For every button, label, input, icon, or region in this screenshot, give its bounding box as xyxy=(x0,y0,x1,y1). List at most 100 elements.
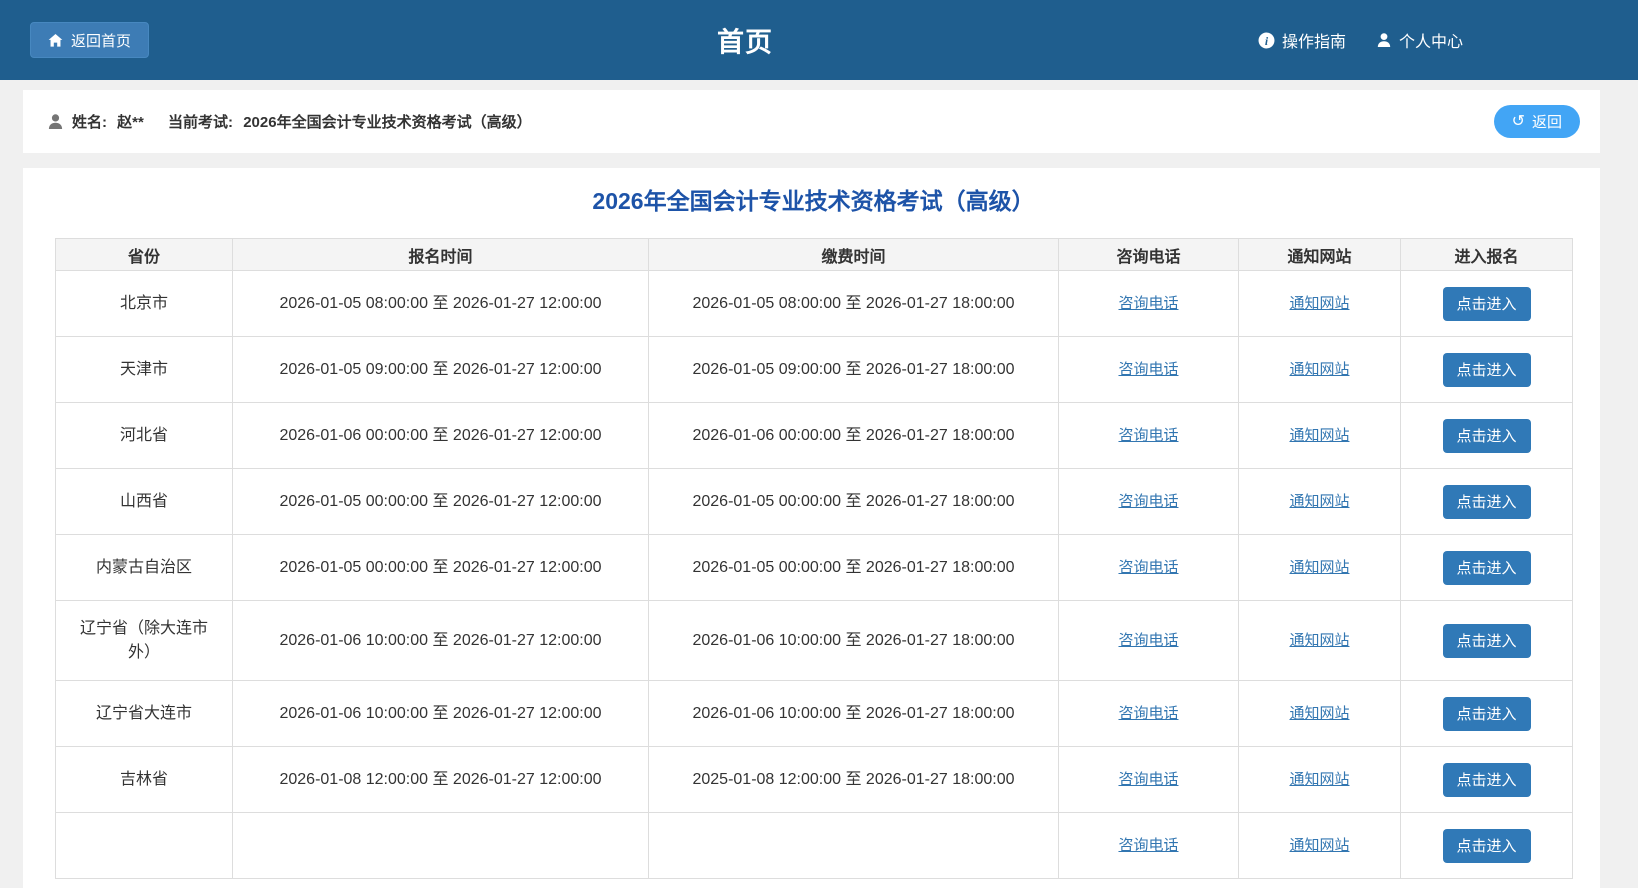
site-link[interactable]: 通知网站 xyxy=(1289,295,1349,312)
phone-cell: 咨询电话 xyxy=(1059,403,1239,469)
phone-link[interactable]: 咨询电话 xyxy=(1118,559,1178,576)
site-cell: 通知网站 xyxy=(1239,681,1401,747)
profile-link[interactable]: 个人中心 xyxy=(1376,28,1463,52)
top-navbar: 返回首页 首页 i 操作指南 个人中心 xyxy=(0,0,1638,80)
province-cell: 山西省 xyxy=(56,469,233,535)
home-button[interactable]: 返回首页 xyxy=(30,22,149,58)
site-cell: 通知网站 xyxy=(1239,813,1401,879)
site-link[interactable]: 通知网站 xyxy=(1289,632,1349,649)
phone-link[interactable]: 咨询电话 xyxy=(1118,771,1178,788)
site-cell: 通知网站 xyxy=(1239,747,1401,813)
province-table: 省份报名时间缴费时间咨询电话通知网站进入报名 北京市2026-01-05 08:… xyxy=(55,238,1573,879)
table-row: 天津市2026-01-05 09:00:00 至 2026-01-27 12:0… xyxy=(56,337,1573,403)
table-row: 山西省2026-01-05 00:00:00 至 2026-01-27 12:0… xyxy=(56,469,1573,535)
refresh-icon: ↺ xyxy=(1512,114,1525,130)
register-time-cell: 2026-01-06 10:00:00 至 2026-01-27 12:00:0… xyxy=(233,601,649,681)
info-circle-icon: i xyxy=(1258,32,1275,49)
pay-time-cell xyxy=(649,813,1059,879)
back-button-label: 返回 xyxy=(1532,111,1562,132)
phone-cell: 咨询电话 xyxy=(1059,813,1239,879)
current-exam-value: 2026年全国会计专业技术资格考试（高级） xyxy=(243,114,531,131)
user-icon xyxy=(47,113,64,130)
enter-cell: 点击进入 xyxy=(1401,469,1573,535)
exam-card: 2026年全国会计专业技术资格考试（高级） 省份报名时间缴费时间咨询电话通知网站… xyxy=(23,168,1600,888)
site-cell: 通知网站 xyxy=(1239,535,1401,601)
column-header: 省份 xyxy=(56,239,233,271)
enter-button[interactable]: 点击进入 xyxy=(1443,353,1531,387)
pay-time-cell: 2026-01-05 08:00:00 至 2026-01-27 18:00:0… xyxy=(649,271,1059,337)
table-row: 辽宁省（除大连市外）2026-01-06 10:00:00 至 2026-01-… xyxy=(56,601,1573,681)
enter-button[interactable]: 点击进入 xyxy=(1443,829,1531,863)
profile-link-label: 个人中心 xyxy=(1399,28,1463,52)
register-time-cell xyxy=(233,813,649,879)
province-cell: 辽宁省大连市 xyxy=(56,681,233,747)
site-link[interactable]: 通知网站 xyxy=(1289,771,1349,788)
province-cell: 内蒙古自治区 xyxy=(56,535,233,601)
table-row: 内蒙古自治区2026-01-05 00:00:00 至 2026-01-27 1… xyxy=(56,535,1573,601)
enter-button[interactable]: 点击进入 xyxy=(1443,419,1531,453)
phone-cell: 咨询电话 xyxy=(1059,469,1239,535)
column-header: 缴费时间 xyxy=(649,239,1059,271)
site-link[interactable]: 通知网站 xyxy=(1289,705,1349,722)
phone-link[interactable]: 咨询电话 xyxy=(1118,705,1178,722)
phone-cell: 咨询电话 xyxy=(1059,337,1239,403)
site-link[interactable]: 通知网站 xyxy=(1289,837,1349,854)
site-link[interactable]: 通知网站 xyxy=(1289,559,1349,576)
column-header: 报名时间 xyxy=(233,239,649,271)
enter-cell: 点击进入 xyxy=(1401,601,1573,681)
enter-cell: 点击进入 xyxy=(1401,747,1573,813)
phone-link[interactable]: 咨询电话 xyxy=(1118,837,1178,854)
phone-cell: 咨询电话 xyxy=(1059,271,1239,337)
phone-cell: 咨询电话 xyxy=(1059,535,1239,601)
table-header-row: 省份报名时间缴费时间咨询电话通知网站进入报名 xyxy=(56,239,1573,271)
province-cell: 河北省 xyxy=(56,403,233,469)
site-link[interactable]: 通知网站 xyxy=(1289,361,1349,378)
enter-cell: 点击进入 xyxy=(1401,271,1573,337)
register-time-cell: 2026-01-05 00:00:00 至 2026-01-27 12:00:0… xyxy=(233,469,649,535)
enter-button[interactable]: 点击进入 xyxy=(1443,697,1531,731)
province-cell xyxy=(56,813,233,879)
phone-link[interactable]: 咨询电话 xyxy=(1118,361,1178,378)
enter-button[interactable]: 点击进入 xyxy=(1443,551,1531,585)
table-row: 吉林省2026-01-08 12:00:00 至 2026-01-27 12:0… xyxy=(56,747,1573,813)
user-info-text: 姓名: 赵** 当前考试: 2026年全国会计专业技术资格考试（高级） xyxy=(72,111,532,132)
table-row: 辽宁省大连市2026-01-06 10:00:00 至 2026-01-27 1… xyxy=(56,681,1573,747)
enter-cell: 点击进入 xyxy=(1401,337,1573,403)
table-row: 咨询电话 通知网站 点击进入 xyxy=(56,813,1573,879)
register-time-cell: 2026-01-06 00:00:00 至 2026-01-27 12:00:0… xyxy=(233,403,649,469)
column-header: 咨询电话 xyxy=(1059,239,1239,271)
back-button[interactable]: ↺ 返回 xyxy=(1494,105,1580,138)
register-time-cell: 2026-01-05 00:00:00 至 2026-01-27 12:00:0… xyxy=(233,535,649,601)
site-cell: 通知网站 xyxy=(1239,469,1401,535)
site-link[interactable]: 通知网站 xyxy=(1289,427,1349,444)
phone-link[interactable]: 咨询电话 xyxy=(1118,493,1178,510)
register-time-cell: 2026-01-06 10:00:00 至 2026-01-27 12:00:0… xyxy=(233,681,649,747)
phone-cell: 咨询电话 xyxy=(1059,601,1239,681)
name-label: 姓名: xyxy=(72,114,107,131)
guide-link[interactable]: i 操作指南 xyxy=(1258,28,1346,52)
column-header: 通知网站 xyxy=(1239,239,1401,271)
column-header: 进入报名 xyxy=(1401,239,1573,271)
guide-link-label: 操作指南 xyxy=(1282,28,1346,52)
phone-cell: 咨询电话 xyxy=(1059,747,1239,813)
table-body: 北京市2026-01-05 08:00:00 至 2026-01-27 12:0… xyxy=(56,271,1573,879)
enter-button[interactable]: 点击进入 xyxy=(1443,485,1531,519)
pay-time-cell: 2026-01-05 00:00:00 至 2026-01-27 18:00:0… xyxy=(649,469,1059,535)
province-cell: 北京市 xyxy=(56,271,233,337)
pay-time-cell: 2026-01-05 09:00:00 至 2026-01-27 18:00:0… xyxy=(649,337,1059,403)
phone-link[interactable]: 咨询电话 xyxy=(1118,427,1178,444)
phone-link[interactable]: 咨询电话 xyxy=(1118,632,1178,649)
current-exam-label: 当前考试: xyxy=(168,114,233,131)
site-cell: 通知网站 xyxy=(1239,403,1401,469)
enter-button[interactable]: 点击进入 xyxy=(1443,624,1531,658)
site-cell: 通知网站 xyxy=(1239,271,1401,337)
site-cell: 通知网站 xyxy=(1239,601,1401,681)
enter-cell: 点击进入 xyxy=(1401,813,1573,879)
table-row: 北京市2026-01-05 08:00:00 至 2026-01-27 12:0… xyxy=(56,271,1573,337)
pay-time-cell: 2026-01-06 10:00:00 至 2026-01-27 18:00:0… xyxy=(649,601,1059,681)
enter-cell: 点击进入 xyxy=(1401,535,1573,601)
enter-button[interactable]: 点击进入 xyxy=(1443,763,1531,797)
phone-link[interactable]: 咨询电话 xyxy=(1118,295,1178,312)
site-link[interactable]: 通知网站 xyxy=(1289,493,1349,510)
enter-button[interactable]: 点击进入 xyxy=(1443,287,1531,321)
